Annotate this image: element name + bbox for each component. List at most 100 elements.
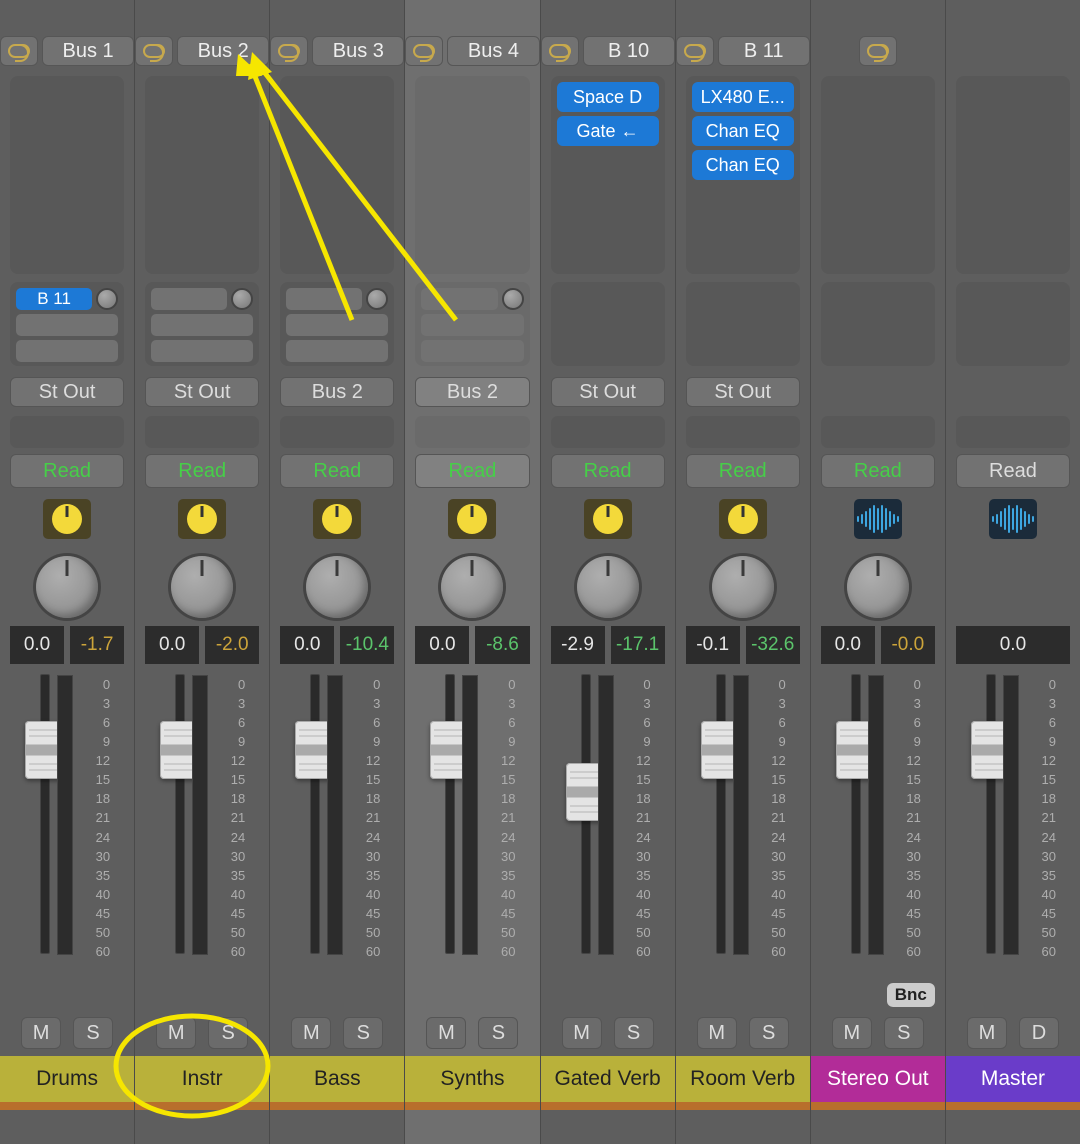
- send-label[interactable]: [16, 314, 118, 336]
- mute-button[interactable]: M: [967, 1017, 1007, 1049]
- input-bus[interactable]: Bus 4: [447, 36, 539, 66]
- mute-button[interactable]: M: [21, 1017, 61, 1049]
- pan-knob[interactable]: [36, 556, 98, 618]
- group-slot[interactable]: [956, 416, 1070, 448]
- stereo-icon[interactable]: [859, 36, 897, 66]
- mute-button[interactable]: M: [156, 1017, 196, 1049]
- plugin-slot[interactable]: Chan EQ: [692, 150, 794, 180]
- dim-button[interactable]: D: [1019, 1017, 1059, 1049]
- fader-track[interactable]: [310, 674, 320, 954]
- stereo-icon[interactable]: [135, 36, 173, 66]
- send-label[interactable]: [286, 314, 388, 336]
- sends-bg[interactable]: [551, 282, 665, 366]
- sends-bg[interactable]: [415, 282, 529, 366]
- pan-indicator-icon[interactable]: [178, 499, 226, 539]
- pan-knob[interactable]: [712, 556, 774, 618]
- send-knob[interactable]: [502, 288, 524, 310]
- automation-mode[interactable]: Read: [551, 454, 665, 488]
- group-slot[interactable]: [280, 416, 394, 448]
- input-bus[interactable]: Bus 3: [312, 36, 404, 66]
- automation-mode[interactable]: Read: [145, 454, 259, 488]
- automation-mode[interactable]: Read: [415, 454, 529, 488]
- sends-bg[interactable]: [145, 282, 259, 366]
- send-label[interactable]: [286, 340, 388, 362]
- fader-track[interactable]: [175, 674, 185, 954]
- fader-track[interactable]: [445, 674, 455, 954]
- stereo-icon[interactable]: [405, 36, 443, 66]
- input-bus[interactable]: B 11: [718, 36, 810, 66]
- fader-track[interactable]: [581, 674, 591, 954]
- inserts-bg[interactable]: [145, 76, 259, 274]
- channel-name[interactable]: Drums: [0, 1056, 134, 1102]
- output-slot[interactable]: St Out: [686, 377, 800, 407]
- sends-bg[interactable]: [956, 282, 1070, 366]
- mute-button[interactable]: M: [832, 1017, 872, 1049]
- inserts-bg[interactable]: LX480 E... Chan EQ Chan EQ: [686, 76, 800, 274]
- send-knob[interactable]: [231, 288, 253, 310]
- inserts-bg[interactable]: [280, 76, 394, 274]
- inserts-bg[interactable]: [10, 76, 124, 274]
- channel-name[interactable]: Stereo Out: [811, 1056, 945, 1102]
- channel-name[interactable]: Instr: [135, 1056, 269, 1102]
- group-slot[interactable]: [145, 416, 259, 448]
- input-bus[interactable]: Bus 2: [177, 36, 269, 66]
- inserts-bg[interactable]: [821, 76, 935, 274]
- solo-button[interactable]: S: [614, 1017, 654, 1049]
- inserts-bg[interactable]: [415, 76, 529, 274]
- output-slot[interactable]: St Out: [551, 377, 665, 407]
- pan-indicator-icon[interactable]: [448, 499, 496, 539]
- mute-button[interactable]: M: [562, 1017, 602, 1049]
- inserts-bg[interactable]: Space DGate ←: [551, 76, 665, 274]
- send-label[interactable]: [421, 288, 497, 310]
- bounce-button[interactable]: Bnc: [887, 983, 935, 1007]
- plugin-slot[interactable]: Space D: [557, 82, 659, 112]
- stereo-icon[interactable]: [0, 36, 38, 66]
- send-label[interactable]: [151, 288, 227, 310]
- channel-name[interactable]: Room Verb: [676, 1056, 810, 1102]
- sends-bg[interactable]: [280, 282, 394, 366]
- stereo-icon[interactable]: [541, 36, 579, 66]
- channel-name[interactable]: Master: [946, 1056, 1080, 1102]
- automation-mode[interactable]: Read: [821, 454, 935, 488]
- fader-track[interactable]: [40, 674, 50, 954]
- send-label[interactable]: [16, 340, 118, 362]
- send-label[interactable]: [286, 288, 362, 310]
- channel-name[interactable]: Gated Verb: [541, 1056, 675, 1102]
- pan-knob[interactable]: [577, 556, 639, 618]
- automation-mode[interactable]: Read: [686, 454, 800, 488]
- pan-indicator-icon[interactable]: [313, 499, 361, 539]
- solo-button[interactable]: S: [749, 1017, 789, 1049]
- mute-button[interactable]: M: [291, 1017, 331, 1049]
- mute-button[interactable]: M: [697, 1017, 737, 1049]
- group-slot[interactable]: [686, 416, 800, 448]
- channel-name[interactable]: Bass: [270, 1056, 404, 1102]
- automation-mode[interactable]: Read: [956, 454, 1070, 488]
- send-label[interactable]: [421, 314, 523, 336]
- solo-button[interactable]: S: [884, 1017, 924, 1049]
- fader-track[interactable]: [716, 674, 726, 954]
- waveform-icon[interactable]: [854, 499, 902, 539]
- send-knob[interactable]: [366, 288, 388, 310]
- plugin-slot[interactable]: Chan EQ: [692, 116, 794, 146]
- pan-indicator-icon[interactable]: [43, 499, 91, 539]
- output-slot[interactable]: St Out: [10, 377, 124, 407]
- pan-knob[interactable]: [171, 556, 233, 618]
- waveform-icon[interactable]: [989, 499, 1037, 539]
- input-bus[interactable]: B 10: [583, 36, 675, 66]
- send-label[interactable]: B 11: [16, 288, 92, 310]
- automation-mode[interactable]: Read: [280, 454, 394, 488]
- output-slot[interactable]: St Out: [145, 377, 259, 407]
- sends-bg[interactable]: [821, 282, 935, 366]
- solo-button[interactable]: S: [208, 1017, 248, 1049]
- inserts-bg[interactable]: [956, 76, 1070, 274]
- stereo-icon[interactable]: [676, 36, 714, 66]
- fader-track[interactable]: [986, 674, 996, 954]
- mute-button[interactable]: M: [426, 1017, 466, 1049]
- input-bus[interactable]: Bus 1: [42, 36, 134, 66]
- fader-track[interactable]: [851, 674, 861, 954]
- automation-mode[interactable]: Read: [10, 454, 124, 488]
- sends-bg[interactable]: B 11: [10, 282, 124, 366]
- channel-name[interactable]: Synths: [405, 1056, 539, 1102]
- plugin-slot[interactable]: LX480 E...: [692, 82, 794, 112]
- pan-knob[interactable]: [306, 556, 368, 618]
